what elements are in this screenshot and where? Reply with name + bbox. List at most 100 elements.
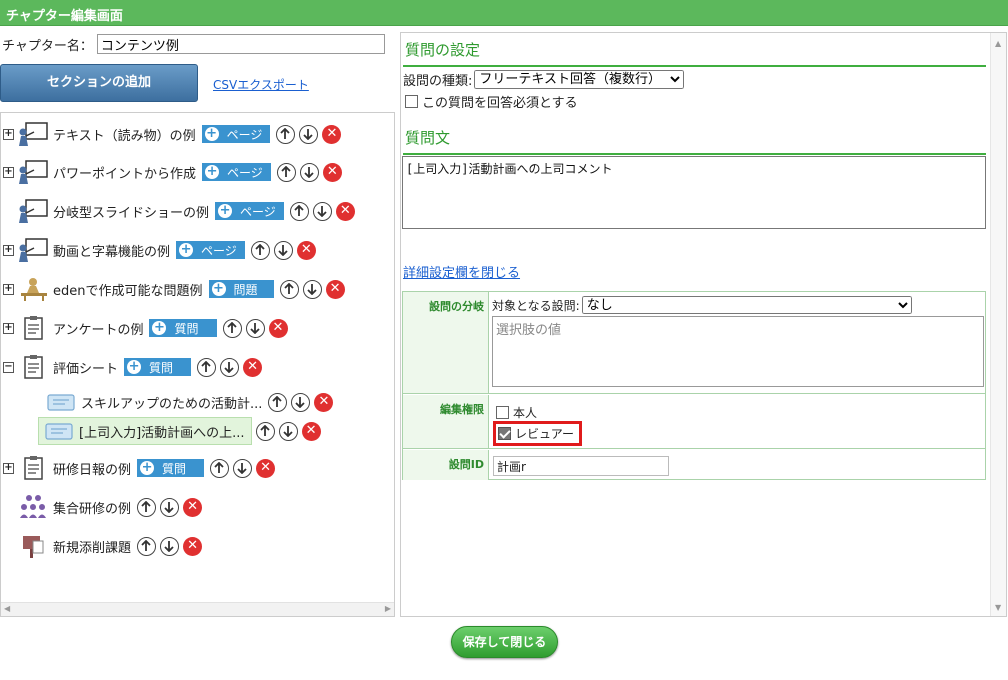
move-up-button[interactable] — [255, 421, 275, 441]
expand-toggle[interactable]: + — [3, 322, 14, 334]
add-page-pill[interactable]: + ページ — [176, 241, 245, 259]
tree-row-survey[interactable]: + アンケートの例 + 質問 ✕ — [3, 315, 292, 341]
delete-button[interactable]: ✕ — [314, 392, 334, 412]
delete-button[interactable]: ✕ — [183, 497, 203, 517]
question-text-area[interactable]: [上司入力]活動計画への上司コメント — [402, 156, 986, 229]
clipboard-icon — [24, 456, 43, 480]
plus-icon: + — [152, 320, 167, 335]
save-and-close-button[interactable]: 保存して閉じる — [451, 626, 558, 658]
expand-toggle[interactable]: + — [3, 166, 14, 178]
expand-toggle[interactable]: + — [3, 244, 14, 256]
edit-permission-label: 編集権限 — [403, 395, 489, 448]
add-question-pill[interactable]: + 質問 — [137, 459, 205, 477]
tree-node-label: [上司入力]活動計画への上... — [79, 425, 245, 441]
add-page-pill[interactable]: + ページ — [201, 125, 271, 143]
tree-row-evaluation-sheet[interactable]: − 評価シート + 質問 ✕ — [3, 354, 266, 380]
move-down-button[interactable] — [299, 124, 319, 144]
question-id-input[interactable]: 計画r — [493, 456, 669, 476]
question-type-select[interactable]: フリーテキスト回答（複数行） — [474, 70, 685, 89]
perm-reviewer-option[interactable]: レビュアー — [493, 421, 583, 446]
arrow-up-icon — [255, 243, 265, 255]
add-question-pill[interactable]: + 質問 — [149, 319, 217, 337]
expand-toggle[interactable]: + — [3, 283, 14, 295]
delete-button[interactable]: ✕ — [301, 421, 321, 441]
plus-icon: + — [140, 460, 155, 475]
tree-row-new-assignment[interactable]: 新規添削課題 ✕ — [3, 533, 206, 559]
scroll-left-icon[interactable]: ◀ — [4, 604, 10, 613]
delete-button[interactable]: ✕ — [325, 279, 345, 299]
delete-button[interactable]: ✕ — [243, 357, 263, 377]
tree-row-eden-questions[interactable]: + edenで作成可能な問題例 + 問題 ✕ — [3, 276, 349, 302]
scroll-right-icon[interactable]: ▶ — [385, 604, 391, 613]
expand-toggle[interactable]: + — [3, 128, 14, 140]
move-up-button[interactable] — [210, 458, 230, 478]
tree-node-label: スキルアップのための活動計... — [81, 396, 263, 412]
move-down-button[interactable] — [220, 357, 240, 377]
move-down-button[interactable] — [273, 240, 293, 260]
tree-row-branching-slides[interactable]: 分岐型スライドショーの例 + ページ ✕ — [3, 198, 359, 224]
arrow-up-icon — [272, 395, 283, 407]
delete-button[interactable]: ✕ — [256, 458, 276, 478]
move-up-button[interactable] — [222, 318, 242, 338]
delete-button[interactable]: ✕ — [335, 201, 355, 221]
move-down-button[interactable] — [233, 458, 253, 478]
tree-node-label: アンケートの例 — [53, 322, 144, 338]
perm-self-checkbox[interactable] — [496, 406, 509, 419]
plus-icon: + — [204, 126, 219, 141]
tree-row-group-training[interactable]: 集合研修の例 ✕ — [3, 494, 206, 520]
move-down-button[interactable] — [312, 201, 332, 221]
move-up-button[interactable] — [276, 124, 296, 144]
add-page-pill[interactable]: + ページ — [202, 163, 271, 181]
move-down-button[interactable] — [160, 536, 180, 556]
tree-row-powerpoint[interactable]: + パワーポイントから作成 + ページ ✕ — [3, 159, 346, 185]
add-question-pill[interactable]: + 問題 — [208, 280, 274, 298]
perm-self-option[interactable]: 本人 — [496, 404, 537, 421]
tree-row-video[interactable]: + 動画と字幕機能の例 + ページ ✕ — [3, 237, 320, 263]
scroll-down-icon[interactable]: ▼ — [995, 603, 1001, 612]
move-down-button[interactable] — [299, 162, 319, 182]
horizontal-scrollbar[interactable]: ◀ ▶ — [1, 602, 394, 616]
expand-toggle[interactable]: + — [3, 462, 14, 474]
tree-row-skillup-plan[interactable]: スキルアップのための活動計... ✕ — [45, 389, 337, 415]
delete-button[interactable]: ✕ — [268, 318, 288, 338]
chapter-name-label: チャプター名： — [2, 38, 93, 54]
scroll-up-icon[interactable]: ▲ — [995, 39, 1001, 48]
required-checkbox[interactable] — [405, 95, 418, 108]
delete-button[interactable]: ✕ — [322, 124, 342, 144]
question-card-icon — [45, 423, 73, 440]
delete-button[interactable]: ✕ — [183, 536, 203, 556]
perm-reviewer-checkbox[interactable] — [498, 427, 511, 440]
required-row[interactable]: この質問を回答必須とする — [405, 92, 578, 111]
tree-row-text-example[interactable]: + テキスト（読み物）の例 + ページ ✕ — [3, 121, 345, 147]
delete-button[interactable]: ✕ — [322, 162, 342, 182]
add-page-pill[interactable]: + ページ — [215, 202, 284, 220]
move-up-button[interactable] — [276, 162, 296, 182]
tree-row-boss-comment[interactable]: [上司入力]活動計画への上... ✕ — [38, 417, 325, 445]
collapse-toggle[interactable]: − — [3, 361, 14, 373]
move-up-button[interactable] — [197, 357, 217, 377]
move-down-button[interactable] — [278, 421, 298, 441]
move-down-button[interactable] — [160, 497, 180, 517]
move-down-button[interactable] — [291, 392, 311, 412]
choice-values-textarea[interactable]: 選択肢の値 — [492, 316, 984, 387]
move-down-button[interactable] — [302, 279, 322, 299]
vertical-scrollbar[interactable]: ▲ ▼ — [990, 33, 1006, 616]
add-section-button[interactable]: セクションの追加 — [0, 64, 198, 102]
arrow-up-icon — [280, 127, 291, 139]
move-up-button[interactable] — [279, 279, 299, 299]
move-up-button[interactable] — [137, 536, 157, 556]
move-down-button[interactable] — [245, 318, 265, 338]
csv-export-link[interactable]: CSVエクスポート — [213, 76, 309, 93]
tree-row-training-report[interactable]: + 研修日報の例 + 質問 ✕ — [3, 455, 279, 481]
add-question-pill[interactable]: + 質問 — [124, 358, 192, 376]
selected-node[interactable]: [上司入力]活動計画への上... — [38, 417, 252, 445]
chapter-name-input[interactable] — [96, 34, 385, 54]
move-up-button[interactable] — [137, 497, 157, 517]
branch-target-select[interactable]: なし — [581, 296, 912, 314]
delete-button[interactable]: ✕ — [296, 240, 316, 260]
edit-permission-row: 編集権限 本人 レビュアー — [403, 395, 985, 449]
move-up-button[interactable] — [268, 392, 288, 412]
close-advanced-link[interactable]: 詳細設定欄を閉じる — [403, 262, 520, 281]
move-up-button[interactable] — [250, 240, 270, 260]
move-up-button[interactable] — [289, 201, 309, 221]
